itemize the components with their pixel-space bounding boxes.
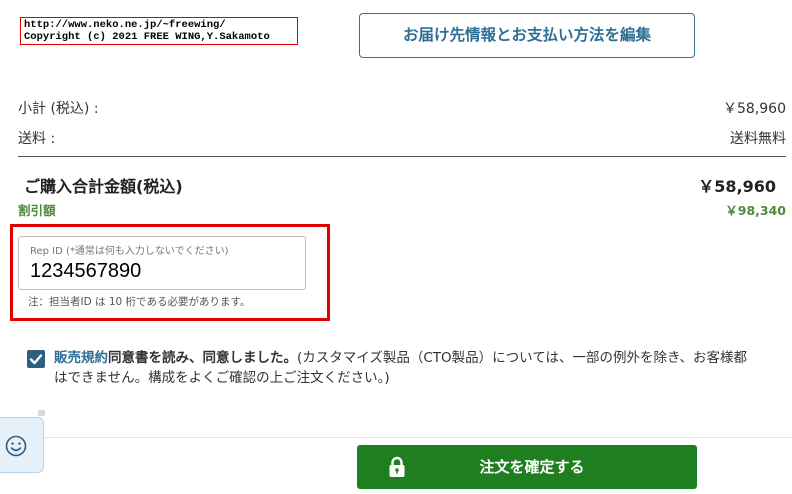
total-value: ￥58,960: [698, 177, 776, 196]
faint-mark: [38, 410, 45, 416]
agreement-note: (カスタマイズ製品（CTO製品）については、一部の例外を除き、お客様都: [297, 350, 748, 366]
chat-widget-button[interactable]: [0, 417, 44, 473]
summary-divider: [18, 156, 786, 157]
rep-id-value[interactable]: 1234567890: [30, 260, 305, 282]
terms-link[interactable]: 販売規約: [54, 350, 108, 366]
footer-divider: [0, 437, 792, 438]
copyright-notice: http://www.neko.ne.jp/~freewing/ Copyrig…: [20, 17, 298, 45]
discount-label: 割引額: [18, 203, 56, 218]
smiley-face-icon: [5, 435, 27, 457]
edit-shipping-payment-button[interactable]: お届け先情報とお支払い方法を編集: [359, 13, 695, 58]
agreement-text: 販売規約同意書を読み、同意しました。(カスタマイズ製品（CTO製品）については、…: [54, 348, 792, 388]
shipping-value: 送料無料: [730, 131, 786, 147]
checkmark-icon: [29, 354, 43, 365]
rep-id-note: 注：担当者ID は 10 桁である必要があります。: [28, 296, 251, 308]
rep-id-label: Rep ID (*通常は何も入力しないでください): [30, 246, 229, 257]
subtotal-row: 小計 (税込) : ￥58,960: [18, 98, 786, 118]
copyright-url: http://www.neko.ne.jp/~freewing/: [24, 19, 226, 31]
copyright-text: Copyright (c) 2021 FREE WING,Y.Sakamoto: [24, 31, 270, 43]
discount-row: 割引額 ￥98,340: [18, 200, 786, 219]
shipping-label: 送料 :: [18, 131, 56, 147]
subtotal-label: 小計 (税込) :: [18, 101, 99, 117]
shipping-row: 送料 : 送料無料: [18, 128, 786, 148]
agreement-note-line2: はできません。構成をよくご確認の上ご注文ください。): [54, 370, 390, 386]
discount-value: ￥98,340: [725, 203, 786, 218]
total-label: ご購入合計金額(税込): [24, 177, 183, 196]
subtotal-value: ￥58,960: [723, 101, 786, 117]
total-row: ご購入合計金額(税込) ￥58,960: [24, 173, 776, 197]
rep-id-input[interactable]: Rep ID (*通常は何も入力しないでください) 1234567890: [18, 236, 306, 290]
agreement-bold-text: 同意書を読み、同意しました。: [108, 350, 297, 366]
agreement-checkbox[interactable]: [27, 350, 45, 368]
confirm-order-label: 注文を確定する: [479, 458, 585, 476]
confirm-order-button[interactable]: 注文を確定する: [357, 445, 697, 489]
